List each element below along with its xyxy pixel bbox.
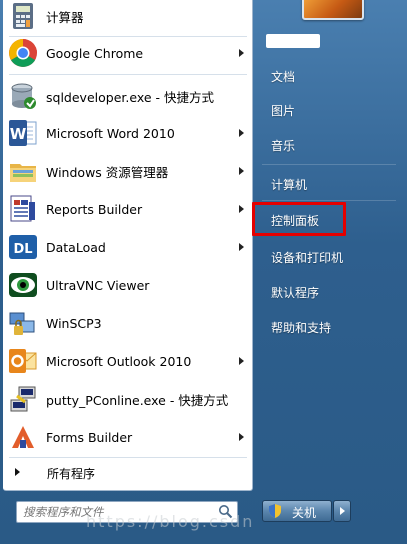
program-label: sqldeveloper.exe - 快捷方式 — [46, 89, 214, 105]
program-label: 计算器 — [46, 9, 84, 25]
right-item-label: 帮助和支持 — [271, 321, 332, 335]
program-item-chrome[interactable]: Google Chrome — [3, 34, 252, 72]
user-avatar[interactable] — [302, 0, 364, 20]
program-label: UltraVNC Viewer — [46, 277, 150, 293]
right-item-label: 设备和打印机 — [271, 251, 344, 265]
program-label: putty_PConline.exe - 快捷方式 — [46, 392, 229, 408]
chrome-icon — [7, 37, 39, 69]
shutdown-options-button[interactable] — [333, 500, 351, 522]
submenu-arrow-icon[interactable] — [239, 167, 244, 175]
svg-text:DL: DL — [13, 242, 32, 257]
submenu-arrow-icon[interactable] — [239, 433, 244, 441]
program-item-outlook[interactable]: Microsoft Outlook 2010 — [3, 342, 252, 380]
explorer-icon — [7, 155, 39, 187]
program-label: WinSCP3 — [46, 315, 102, 331]
dataload-icon: DL — [7, 231, 39, 263]
submenu-arrow-icon[interactable] — [239, 357, 244, 365]
chevron-right-icon — [340, 507, 345, 515]
submenu-arrow-icon[interactable] — [239, 49, 244, 57]
shutdown-label: 关机 — [292, 506, 317, 520]
divider — [262, 200, 396, 201]
program-item-reports-builder[interactable]: Reports Builder — [3, 190, 252, 228]
program-item-winscp[interactable]: WinSCP3 — [3, 304, 252, 342]
divider — [9, 74, 247, 75]
divider — [262, 164, 396, 165]
program-label: Forms Builder — [46, 429, 133, 445]
program-item-sqldeveloper[interactable]: sqldeveloper.exe - 快捷方式 — [3, 77, 252, 115]
program-item-explorer[interactable]: Windows 资源管理器 — [3, 152, 252, 190]
triangle-right-icon — [15, 468, 20, 476]
reports-builder-icon — [7, 193, 39, 225]
program-item-putty[interactable]: putty_PConline.exe - 快捷方式 — [3, 380, 252, 418]
right-item-pictures[interactable]: 图片 — [264, 97, 398, 123]
submenu-arrow-icon[interactable] — [239, 243, 244, 251]
putty-icon — [7, 383, 39, 415]
word-icon: W — [7, 117, 39, 149]
right-item-label: 计算机 — [271, 178, 308, 192]
shutdown-button[interactable]: 关机 — [262, 500, 332, 522]
highlight-box — [252, 202, 346, 236]
program-label: Google Chrome — [46, 45, 144, 61]
right-item-help-support[interactable]: 帮助和支持 — [264, 314, 398, 340]
program-label: Windows 资源管理器 — [46, 164, 169, 180]
program-item-calculator[interactable]: 计算器 — [3, 0, 252, 35]
sqldeveloper-icon — [7, 80, 39, 112]
shield-icon — [269, 504, 281, 518]
forms-builder-icon — [7, 421, 39, 453]
watermark: https://blog.csdn — [86, 512, 255, 531]
right-item-label: 默认程序 — [271, 286, 320, 300]
right-item-default-programs[interactable]: 默认程序 — [264, 279, 398, 305]
winscp-icon — [7, 307, 39, 339]
right-item-devices-printers[interactable]: 设备和打印机 — [264, 244, 398, 270]
all-programs-button[interactable]: 所有程序 — [3, 460, 252, 486]
submenu-arrow-icon[interactable] — [239, 129, 244, 137]
right-item-label: 图片 — [271, 104, 296, 118]
submenu-arrow-icon[interactable] — [239, 205, 244, 213]
program-item-dataload[interactable]: DL DataLoad — [3, 228, 252, 266]
ultravnc-icon — [7, 269, 39, 301]
program-item-ultravnc[interactable]: UltraVNC Viewer — [3, 266, 252, 304]
all-programs-label: 所有程序 — [47, 467, 96, 481]
calculator-icon — [7, 0, 39, 32]
programs-panel: 计算器 Google Chrome sqldeveloper.exe - 快捷方… — [3, 0, 253, 491]
program-item-word[interactable]: W Microsoft Word 2010 — [3, 114, 252, 152]
program-item-forms-builder[interactable]: Forms Builder — [3, 418, 252, 456]
right-item-documents[interactable]: 文档 — [264, 63, 398, 89]
right-item-label: 音乐 — [271, 139, 296, 153]
divider — [9, 457, 247, 458]
username-redacted[interactable] — [266, 34, 320, 48]
outlook-icon — [7, 345, 39, 377]
program-label: Reports Builder — [46, 201, 143, 217]
right-item-music[interactable]: 音乐 — [264, 132, 398, 158]
program-label: Microsoft Outlook 2010 — [46, 353, 192, 369]
program-label: DataLoad — [46, 239, 106, 255]
right-item-label: 文档 — [271, 70, 296, 84]
svg-text:W: W — [10, 125, 27, 143]
program-label: Microsoft Word 2010 — [46, 125, 175, 141]
right-item-computer[interactable]: 计算机 — [264, 171, 398, 197]
start-menu: 计算器 Google Chrome sqldeveloper.exe - 快捷方… — [0, 0, 407, 544]
